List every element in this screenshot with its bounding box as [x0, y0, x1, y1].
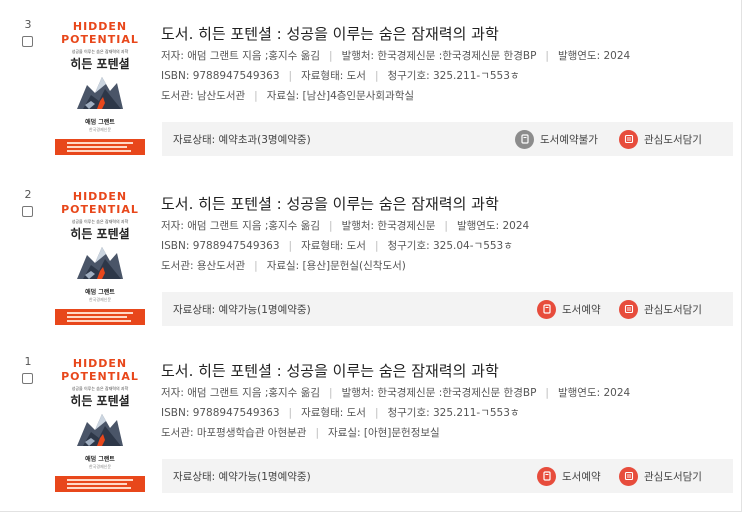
list-icon: [619, 129, 638, 149]
author-text: 저자: 애덤 그랜트 지음 ;홍지수 옮김: [161, 220, 321, 232]
library-text: 도서관: 마포평생학습관 아현분관: [161, 427, 307, 439]
add-favorite-button[interactable]: 관심도서담기: [619, 465, 702, 487]
library-text: 도서관: 남산도서관: [161, 90, 246, 102]
add-favorite-button[interactable]: 관심도서담기: [619, 298, 702, 320]
form-text: 자료형태: 도서: [301, 407, 366, 419]
book-title-link[interactable]: 도서. 히든 포텐셜 : 성공을 이루는 숨은 잠재력의 과학: [161, 193, 499, 214]
cover-band: [55, 139, 145, 155]
isbn-text: ISBN: 9788947549363: [161, 70, 280, 82]
cover-title-en-1: HIDDEN: [72, 20, 128, 33]
book-icon: [537, 466, 556, 486]
publisher-text: 발행처: 한국경제신문 :한국경제신문 한경BP: [341, 50, 537, 62]
cover-title-en-2: POTENTIAL: [61, 203, 139, 216]
isbn-text: ISBN: 9788947549363: [161, 240, 280, 252]
cover-title-en-1: HIDDEN: [72, 190, 128, 203]
favorite-label: 관심도서담기: [644, 303, 702, 316]
book-title-link[interactable]: 도서. 히든 포텐셜 : 성공을 이루는 숨은 잠재력의 과학: [161, 23, 499, 44]
cover-art: [77, 77, 123, 109]
reserve-button[interactable]: 도서예약: [537, 465, 601, 487]
result-rank: 2: [24, 188, 32, 201]
status-bar: 자료상태: 예약가능(1명예약중) 도서예약 관심도서담기: [162, 459, 733, 493]
result-rank: 1: [24, 355, 32, 368]
library-text: 도서관: 용산도서관: [161, 260, 246, 272]
book-cover[interactable]: HIDDEN POTENTIAL 성공을 이루는 숨은 잠재력의 과학 히든 포…: [55, 188, 145, 325]
list-icon: [619, 466, 638, 486]
cover-band: [55, 476, 145, 492]
select-checkbox[interactable]: [22, 373, 33, 384]
status-text: 자료상태: 예약가능(1명예약중): [173, 471, 311, 483]
reserve-label: 도서예약: [562, 303, 601, 316]
cover-art: [77, 247, 123, 279]
cover-title-en-1: HIDDEN: [72, 357, 128, 370]
meta-line-3: 도서관: 마포평생학습관 아현분관 | 자료실: [아현]문헌정보실: [161, 427, 440, 439]
meta-line-3: 도서관: 남산도서관 | 자료실: [남산]4층인문사회과학실: [161, 90, 415, 102]
status-text: 자료상태: 예약초과(3명예약중): [173, 134, 311, 146]
author-text: 저자: 애덤 그랜트 지음 ;홍지수 옮김: [161, 387, 321, 399]
book-icon: [515, 129, 534, 149]
status-bar: 자료상태: 예약가능(1명예약중) 도서예약 관심도서담기: [162, 292, 733, 326]
result-rank: 3: [24, 18, 32, 31]
call-number-text: 청구기호: 325.04-ㄱ553ㅎ: [387, 240, 513, 252]
book-title-link[interactable]: 도서. 히든 포텐셜 : 성공을 이루는 숨은 잠재력의 과학: [161, 360, 499, 381]
cover-author: 애덤 그랜트: [85, 119, 115, 126]
cover-band: [55, 309, 145, 325]
book-cover[interactable]: HIDDEN POTENTIAL 성공을 이루는 숨은 잠재력의 과학 히든 포…: [55, 355, 145, 492]
cover-title-en-2: POTENTIAL: [61, 370, 139, 383]
select-checkbox[interactable]: [22, 206, 33, 217]
call-number-text: 청구기호: 325.211-ㄱ553ㅎ: [387, 70, 520, 82]
room-text: 자료실: [남산]4층인문사회과학실: [266, 90, 415, 102]
status-text: 자료상태: 예약가능(1명예약중): [173, 304, 311, 316]
room-text: 자료실: [용산]문헌실(신착도서): [266, 260, 406, 272]
call-number-text: 청구기호: 325.211-ㄱ553ㅎ: [387, 407, 520, 419]
cover-publisher: 한국경제신문: [88, 297, 112, 302]
result-item: 2 HIDDEN POTENTIAL 성공을 이루는 숨은 잠재력의 과학 히든…: [0, 188, 743, 348]
meta-line-1: 저자: 애덤 그랜트 지음 ;홍지수 옮김 | 발행처: 한국경제신문 :한국경제신…: [161, 50, 631, 62]
meta-line-1: 저자: 애덤 그랜트 지음 ;홍지수 옮김 | 발행처: 한국경제신문 | 발행연도: …: [161, 220, 530, 232]
cover-publisher: 한국경제신문: [88, 464, 112, 469]
cover-title-ko: 히든 포텐셜: [70, 394, 130, 408]
year-text: 발행연도: 2024: [557, 50, 631, 62]
reserve-label: 도서예약불가: [540, 133, 598, 146]
favorite-label: 관심도서담기: [644, 470, 702, 483]
meta-line-2: ISBN: 9788947549363 | 자료형태: 도서 | 청구기호: 325.2…: [161, 407, 520, 419]
meta-line-2: ISBN: 9788947549363 | 자료형태: 도서 | 청구기호: 325.2…: [161, 70, 520, 82]
cover-author: 애덤 그랜트: [85, 456, 115, 463]
result-item: 1 HIDDEN POTENTIAL 성공을 이루는 숨은 잠재력의 과학 히든…: [0, 355, 743, 515]
cover-publisher: 한국경제신문: [88, 127, 112, 132]
reserve-button[interactable]: 도서예약불가: [515, 128, 598, 150]
room-text: 자료실: [아현]문헌정보실: [328, 427, 440, 439]
author-text: 저자: 애덤 그랜트 지음 ;홍지수 옮김: [161, 50, 321, 62]
favorite-label: 관심도서담기: [644, 133, 702, 146]
book-cover[interactable]: HIDDEN POTENTIAL 성공을 이루는 숨은 잠재력의 과학 히든 포…: [55, 18, 145, 155]
add-favorite-button[interactable]: 관심도서담기: [619, 128, 702, 150]
year-text: 발행연도: 2024: [456, 220, 530, 232]
select-checkbox[interactable]: [22, 36, 33, 47]
reserve-label: 도서예약: [562, 470, 601, 483]
form-text: 자료형태: 도서: [301, 240, 366, 252]
publisher-text: 발행처: 한국경제신문 :한국경제신문 한경BP: [341, 387, 537, 399]
cover-title-ko: 히든 포텐셜: [70, 227, 130, 241]
form-text: 자료형태: 도서: [301, 70, 366, 82]
year-text: 발행연도: 2024: [557, 387, 631, 399]
meta-line-3: 도서관: 용산도서관 | 자료실: [용산]문헌실(신착도서): [161, 260, 406, 272]
status-bar: 자료상태: 예약초과(3명예약중) 도서예약불가 관심도서담기: [162, 122, 733, 156]
meta-line-1: 저자: 애덤 그랜트 지음 ;홍지수 옮김 | 발행처: 한국경제신문 :한국경제신…: [161, 387, 631, 399]
cover-author: 애덤 그랜트: [85, 289, 115, 296]
publisher-text: 발행처: 한국경제신문: [341, 220, 436, 232]
cover-title-ko: 히든 포텐셜: [70, 57, 130, 71]
cover-art: [77, 414, 123, 446]
reserve-button[interactable]: 도서예약: [537, 298, 601, 320]
isbn-text: ISBN: 9788947549363: [161, 407, 280, 419]
book-icon: [537, 299, 556, 319]
result-item: 3 HIDDEN POTENTIAL 성공을 이루는 숨은 잠재력의 과학 히든…: [0, 18, 743, 178]
list-icon: [619, 299, 638, 319]
cover-title-en-2: POTENTIAL: [61, 33, 139, 46]
meta-line-2: ISBN: 9788947549363 | 자료형태: 도서 | 청구기호: 325.0…: [161, 240, 513, 252]
